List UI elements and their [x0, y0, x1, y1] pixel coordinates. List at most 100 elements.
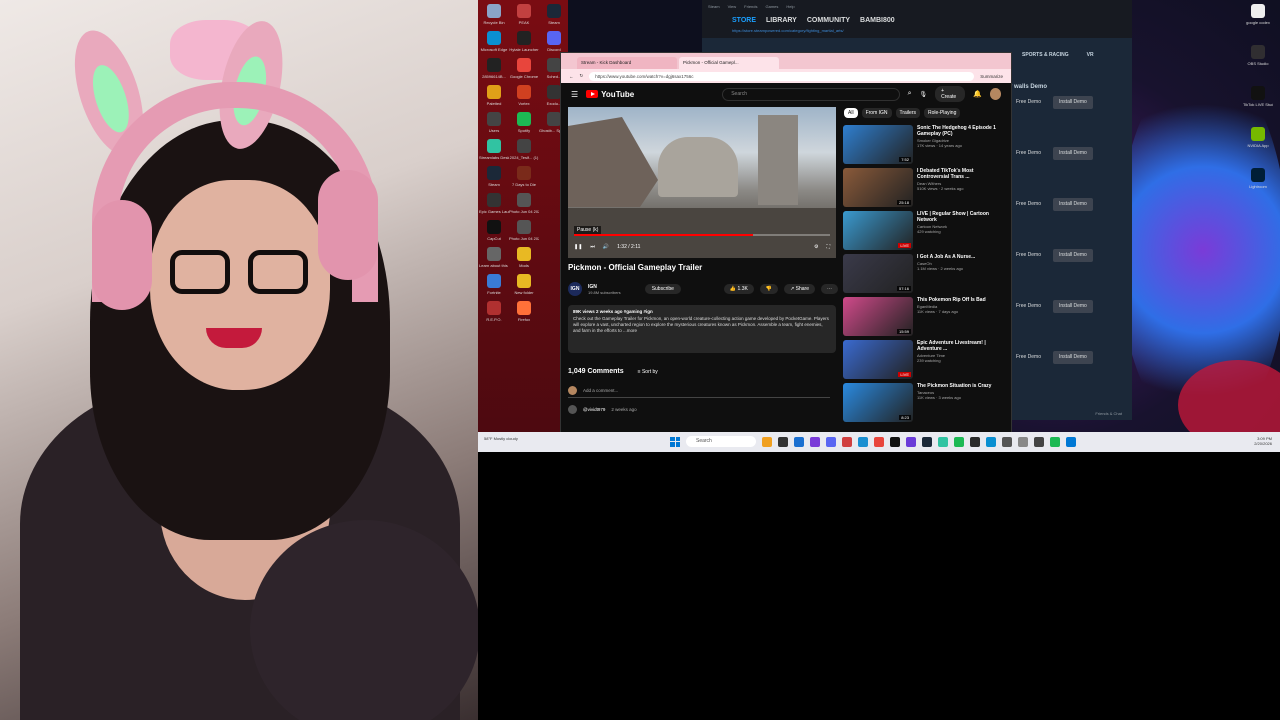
summarize-button[interactable]: Summarize — [980, 74, 1003, 79]
steam-category[interactable]: VR — [1087, 52, 1094, 58]
desktop-icon[interactable]: PEAK — [510, 4, 538, 25]
back-icon[interactable]: ← — [569, 74, 574, 79]
desktop-icon[interactable]: Hytale Launcher — [509, 31, 539, 52]
reload-icon[interactable]: ↻ — [580, 73, 584, 79]
avatar[interactable] — [989, 88, 1001, 100]
steam-category[interactable]: SPORTS & RACING — [1022, 52, 1069, 58]
video-thumbnail[interactable]: LIVE — [843, 340, 913, 379]
desktop-icon[interactable]: Steam — [540, 4, 568, 25]
taskbar-app-icon[interactable] — [1066, 436, 1076, 447]
taskbar-search[interactable]: Search — [686, 436, 756, 447]
desktop-icon[interactable]: R.E.P.O. — [480, 301, 508, 322]
video-title[interactable]: Sonic The Hedgehog 4 Episode 1 Gameplay … — [917, 125, 1007, 137]
video-thumbnail[interactable]: 7:52 — [843, 125, 913, 164]
steam-menu-item[interactable]: Games — [766, 4, 779, 9]
steam-nav-item[interactable]: BAMBI800 — [860, 17, 895, 24]
desktop-icon[interactable]: OBS Studio — [1244, 45, 1272, 66]
more-button[interactable]: ⋯ — [821, 284, 838, 294]
taskbar-app-icon[interactable] — [954, 436, 964, 447]
mic-icon[interactable]: 🎙 — [920, 91, 928, 98]
filter-chip[interactable]: Trailers — [895, 108, 920, 118]
desktop-icon[interactable]: Fortnite — [480, 274, 508, 295]
subscribe-button[interactable]: Subscribe — [644, 284, 681, 294]
video-thumbnail[interactable]: 25:18 — [843, 168, 913, 207]
filter-chip[interactable]: From IGN — [861, 108, 892, 118]
taskbar-app-icon[interactable] — [906, 436, 916, 447]
desktop-icon[interactable]: NVIDIA App — [1244, 127, 1272, 148]
free-demo-label[interactable]: Free Demo — [1010, 300, 1047, 313]
desktop-icon[interactable]: Photo Jun 04 2022, 3 45 ... — [509, 220, 539, 241]
next-icon[interactable]: ⏭ — [590, 244, 595, 250]
desktop-icon[interactable]: Google Chrome — [510, 58, 538, 79]
taskbar-app-icon[interactable] — [890, 436, 900, 447]
free-demo-label[interactable]: Free Demo — [1010, 96, 1047, 109]
recommended-video[interactable]: LIVE LIVE | Regular Show | Cartoon Networ… — [843, 211, 1007, 250]
taskbar-app-icon[interactable] — [1034, 436, 1044, 447]
bell-icon[interactable]: 🔔 — [973, 90, 982, 98]
steam-menu-item[interactable]: View — [728, 4, 737, 9]
taskbar-app-icon[interactable] — [842, 436, 852, 447]
steam-nav-item[interactable]: COMMUNITY — [807, 17, 850, 24]
install-demo-button[interactable]: Install Demo — [1053, 147, 1093, 160]
desktop-icon[interactable]: Microsoft Edge — [480, 31, 508, 52]
desktop-icon[interactable]: 7 Days to Die — [510, 166, 538, 187]
desktop-icon[interactable]: Discord — [540, 31, 568, 52]
video-title[interactable]: Epic Adventure Livestream! | Adventure .… — [917, 340, 1007, 352]
url-field[interactable]: https://www.youtube.com/watch?v=dgj6sax1… — [589, 71, 975, 81]
taskbar-app-icon[interactable] — [1002, 436, 1012, 447]
video-title[interactable]: This Pokemon Rip Off Is Bad — [917, 297, 1007, 303]
video-title[interactable]: The Pickmon Situation is Crazy — [917, 383, 1007, 389]
create-button[interactable]: + Create — [935, 86, 966, 102]
install-demo-button[interactable]: Install Demo — [1053, 300, 1093, 313]
taskbar-app-icon[interactable] — [810, 436, 820, 447]
steam-menu-item[interactable]: Friends — [744, 4, 757, 9]
desktop-icon[interactable]: Spotify — [510, 112, 538, 133]
desktop-icon[interactable]: Lightroom — [1244, 168, 1272, 189]
recommended-video[interactable]: 7:52 Sonic The Hedgehog 4 Episode 1 Gamep… — [843, 125, 1007, 164]
free-demo-label[interactable]: Free Demo — [1010, 351, 1047, 364]
taskbar-app-icon[interactable] — [1050, 436, 1060, 447]
desktop-icon[interactable]: google codex — [1244, 4, 1272, 25]
recommended-video[interactable]: 57:16 I Got A Job As A Nurse... CaseOh 1.1M… — [843, 254, 1007, 293]
tab-youtube-video[interactable]: Pickmon - Official Gamepl... — [679, 57, 779, 69]
free-demo-label[interactable]: Free Demo — [1010, 249, 1047, 262]
video-thumbnail[interactable]: 15:59 — [843, 297, 913, 336]
desktop-icon[interactable]: 2024_Teslf... (1) — [510, 139, 538, 160]
start-icon[interactable] — [670, 436, 680, 447]
sort-button[interactable]: ≡ Sort by — [638, 369, 658, 375]
install-demo-button[interactable]: Install Demo — [1053, 351, 1093, 364]
steam-menu-item[interactable]: Steam — [708, 4, 720, 9]
fullscreen-icon[interactable]: ⛶ — [826, 244, 830, 250]
install-demo-button[interactable]: Install Demo — [1053, 249, 1093, 262]
desktop-icon[interactable]: Vortex — [510, 85, 538, 106]
video-player[interactable]: Pause (k) ❚❚ ⏭ 🔊 1:32 / 2:11 ⚙ ⛶ — [568, 107, 836, 258]
weather-widget[interactable]: 58°F Mostly cloudy — [484, 436, 518, 441]
channel-avatar[interactable]: IGN — [568, 282, 582, 296]
filter-chip[interactable]: Role-Playing — [924, 108, 961, 118]
video-title[interactable]: I Got A Job As A Nurse... — [917, 254, 1007, 260]
install-demo-button[interactable]: Install Demo — [1053, 198, 1093, 211]
video-title[interactable]: LIVE | Regular Show | Cartoon Network — [917, 211, 1007, 223]
search-input[interactable]: Search — [722, 87, 900, 101]
video-title[interactable]: I Debated TikTok's Most Controversial Tr… — [917, 168, 1007, 180]
youtube-logo[interactable]: YouTube — [586, 90, 634, 99]
desktop-icon[interactable]: Recycle Bin — [480, 4, 508, 25]
recommended-video[interactable]: LIVE Epic Adventure Livestream! | Adventu… — [843, 340, 1007, 379]
menu-icon[interactable]: ☰ — [571, 90, 578, 99]
taskbar-app-icon[interactable] — [986, 436, 996, 447]
taskbar-app-icon[interactable] — [922, 436, 932, 447]
taskbar-app-icon[interactable] — [826, 436, 836, 447]
video-thumbnail[interactable]: 8:23 — [843, 383, 913, 422]
desktop-icon[interactable]: Users — [480, 112, 508, 133]
steam-nav-item[interactable]: LIBRARY — [766, 17, 797, 24]
free-demo-label[interactable]: Free Demo — [1010, 198, 1047, 211]
free-demo-label[interactable]: Free Demo — [1010, 147, 1047, 160]
steam-nav-item[interactable]: STORE — [732, 17, 756, 24]
video-description[interactable]: 89K views 2 weeks ago #gaming #ign Check… — [568, 305, 836, 353]
desktop-icon[interactable]: Epic Games Launcher — [479, 193, 509, 214]
desktop-icon[interactable]: CapCut — [480, 220, 508, 241]
desktop-icon[interactable]: New folder — [510, 274, 538, 295]
volume-icon[interactable]: 🔊 — [603, 244, 609, 250]
settings-icon[interactable]: ⚙ — [814, 244, 818, 250]
dislike-button[interactable]: 👎 — [759, 284, 779, 294]
